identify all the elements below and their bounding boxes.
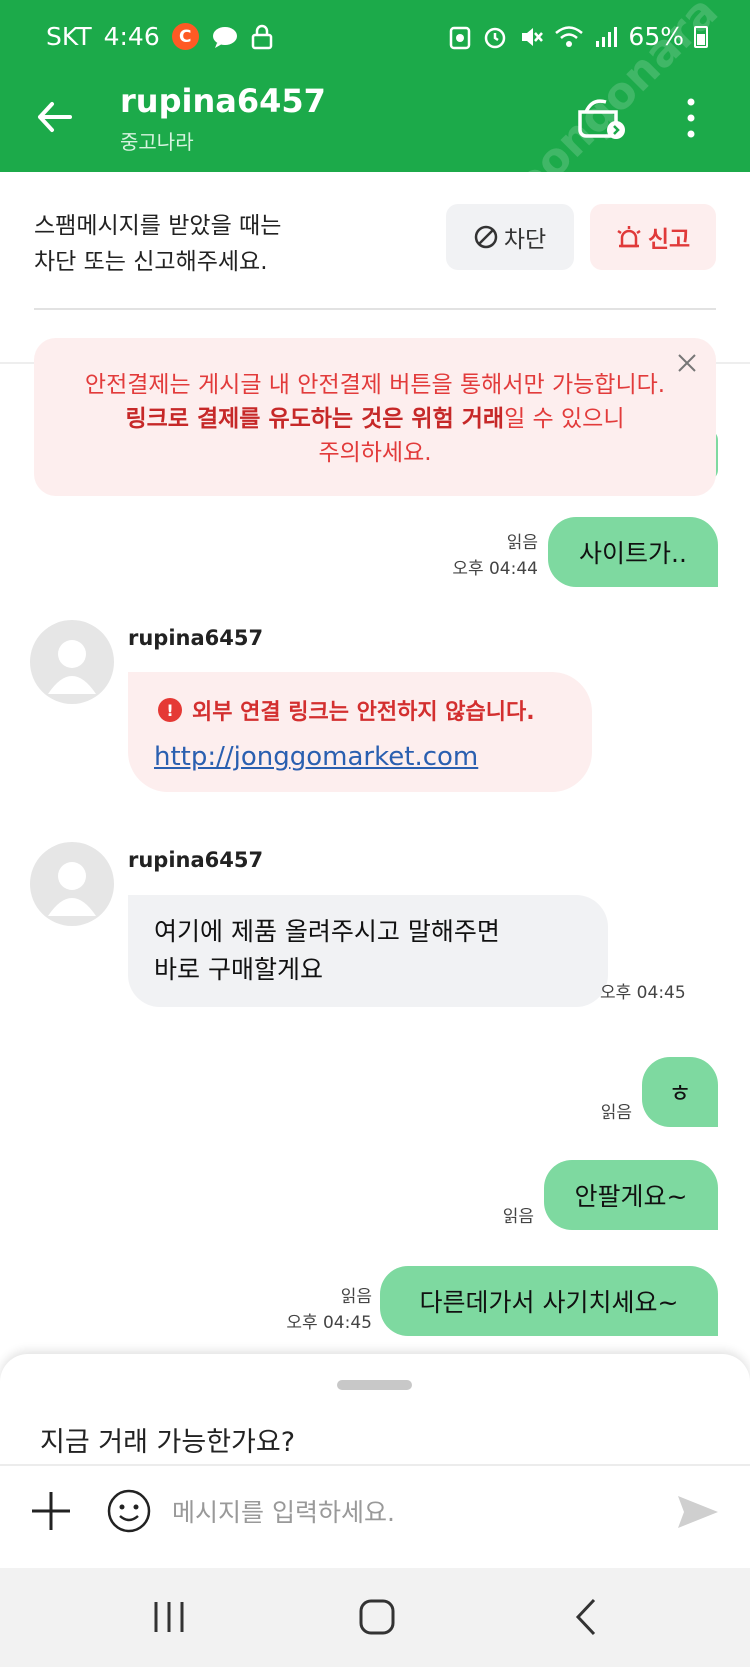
send-icon[interactable] bbox=[676, 1490, 720, 1534]
divider bbox=[0, 1464, 750, 1466]
chat-title: rupina6457 bbox=[120, 82, 326, 120]
outgoing-message[interactable]: 다른데가서 사기치세요~ bbox=[380, 1266, 718, 1336]
read-receipt: 읽음 bbox=[600, 1103, 632, 1123]
message-time: 오후 04:44 bbox=[452, 559, 538, 579]
spam-notice-line-1: 스팸메시지를 받았을 때는 bbox=[34, 213, 282, 239]
wifi-icon bbox=[555, 25, 584, 47]
incoming-message[interactable]: 여기에 제품 올려주시고 말해주면 바로 구매할게요 bbox=[128, 895, 608, 1007]
siren-icon bbox=[617, 226, 641, 248]
chat-bubble-icon bbox=[212, 26, 237, 48]
recent-apps-icon[interactable] bbox=[144, 1592, 194, 1642]
signal-icon bbox=[596, 26, 618, 47]
incoming-link-message: ! 외부 연결 링크는 안전하지 않습니다. http://jonggomark… bbox=[128, 672, 592, 792]
warning-line-1: 안전결제는 게시글 내 안전결제 버튼을 통해서만 가능합니다. bbox=[84, 372, 666, 398]
plus-icon[interactable] bbox=[28, 1488, 74, 1534]
message-time: 오후 04:45 bbox=[600, 983, 686, 1003]
carrier-label: SKT bbox=[46, 22, 92, 51]
outgoing-message[interactable]: ㅎ bbox=[642, 1057, 718, 1127]
system-nav-bar bbox=[0, 1568, 750, 1667]
warning-line-3: 주의하세요. bbox=[318, 440, 432, 466]
spam-notice-line-2: 차단 또는 신고해주세요. bbox=[34, 249, 268, 275]
sender-name: rupina6457 bbox=[128, 626, 264, 650]
quick-reply-suggestion[interactable]: 지금 거래 가능한가요? bbox=[40, 1420, 295, 1459]
notification-badge-icon: C bbox=[171, 23, 199, 50]
chat-subtitle: 중고나라 bbox=[120, 130, 194, 154]
more-vertical-icon[interactable] bbox=[676, 94, 706, 144]
safe-payment-warning: 안전결제는 게시글 내 안전결제 버튼을 통해서만 가능합니다. 링크로 결제를… bbox=[34, 338, 716, 496]
read-receipt: 읽음 bbox=[506, 533, 538, 553]
message-meta: 읽음 오후 04:45 bbox=[262, 1284, 372, 1336]
message-line-1: 여기에 제품 올려주시고 말해주면 bbox=[154, 917, 500, 946]
block-button[interactable]: 차단 bbox=[446, 204, 574, 270]
back-arrow-icon[interactable] bbox=[30, 92, 80, 142]
message-time: 오후 04:45 bbox=[286, 1313, 372, 1333]
outgoing-message[interactable]: 사이트가.. bbox=[548, 517, 718, 587]
alarm-icon bbox=[485, 27, 506, 48]
sheet-drag-handle[interactable] bbox=[337, 1380, 412, 1390]
message-input[interactable] bbox=[172, 1486, 642, 1538]
spam-notice: 스팸메시지를 받았을 때는 차단 또는 신고해주세요. 차단 신고 bbox=[0, 172, 750, 362]
close-icon[interactable] bbox=[674, 350, 700, 376]
info-icon: ! bbox=[158, 698, 182, 722]
message-meta: 읽음 오후 04:44 bbox=[436, 530, 538, 582]
emoji-icon[interactable] bbox=[106, 1488, 152, 1534]
recycle-icon bbox=[450, 26, 471, 49]
block-icon bbox=[474, 225, 498, 249]
message-line-2: 바로 구매할게요 bbox=[154, 955, 323, 984]
warning-line-2-bold: 링크로 결제를 유도하는 것은 위험 거래 bbox=[125, 406, 505, 432]
mute-icon bbox=[522, 27, 544, 46]
home-icon[interactable] bbox=[352, 1592, 402, 1642]
report-button[interactable]: 신고 bbox=[590, 204, 716, 270]
block-label: 차단 bbox=[503, 227, 547, 253]
read-receipt: 읽음 bbox=[502, 1207, 534, 1227]
avatar[interactable] bbox=[30, 842, 114, 926]
avatar[interactable] bbox=[30, 620, 114, 704]
lock-icon bbox=[251, 24, 272, 49]
outgoing-message[interactable]: 안팔게요~ bbox=[544, 1160, 718, 1230]
app-bar: rupina6457 중고나라 joongonara bbox=[0, 0, 750, 221]
wallet-icon[interactable] bbox=[572, 90, 628, 146]
top-bar: SKT 4:46 C 65% rupina6457 중고나라 joongonar… bbox=[0, 0, 750, 221]
link-warning-text: 외부 연결 링크는 안전하지 않습니다. bbox=[192, 700, 535, 725]
read-receipt: 읽음 bbox=[340, 1287, 372, 1307]
back-nav-icon[interactable] bbox=[562, 1592, 612, 1642]
default-avatar-icon bbox=[48, 862, 96, 916]
report-label: 신고 bbox=[647, 227, 691, 253]
composer-sheet: 지금 거래 가능한가요? bbox=[0, 1354, 750, 1568]
sender-name: rupina6457 bbox=[128, 848, 264, 872]
warning-line-2-rest: 일 수 있으니 bbox=[504, 406, 625, 432]
divider bbox=[34, 308, 716, 310]
default-avatar-icon bbox=[48, 640, 96, 694]
clock: 4:46 bbox=[103, 22, 160, 51]
external-link[interactable]: http://jonggomarket.com bbox=[154, 742, 478, 772]
